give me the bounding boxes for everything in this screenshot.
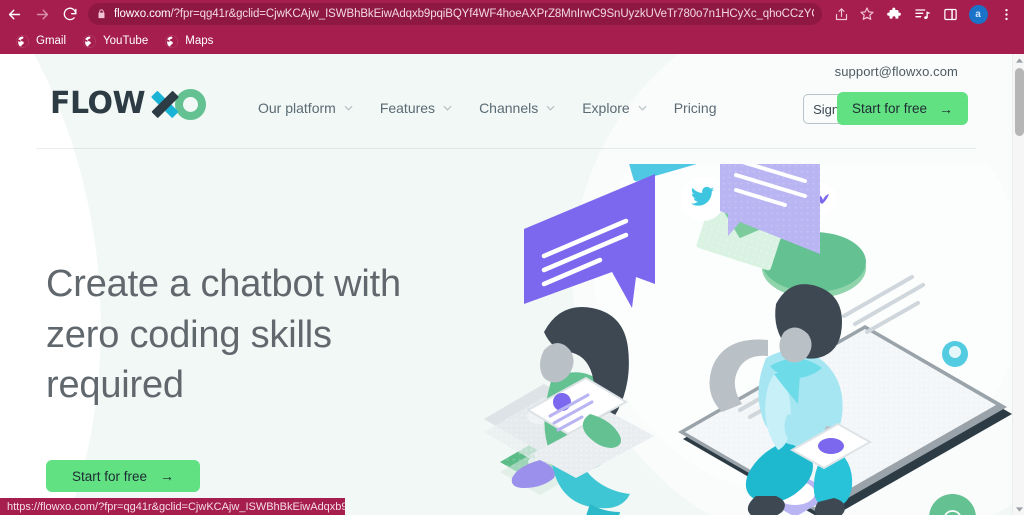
chevron-down-icon	[344, 105, 353, 111]
scrollbar-thumb[interactable]	[1014, 68, 1024, 136]
brand-logo[interactable]: FLOW	[50, 86, 207, 121]
nav-label: Explore	[582, 100, 630, 116]
puzzle-icon[interactable]	[880, 0, 908, 28]
main-navigation: Our platform Features Channels Explore P…	[258, 100, 716, 116]
bookmark-gmail[interactable]: Gmail	[8, 31, 73, 51]
globe-icon	[165, 34, 178, 48]
nav-item-channels[interactable]: Channels	[479, 100, 555, 116]
nav-item-explore[interactable]: Explore	[582, 100, 647, 116]
globe-icon	[16, 34, 29, 48]
forward-button[interactable]	[28, 0, 56, 28]
chatbot-people-isometric-illustration	[440, 164, 1012, 515]
scroll-down-icon[interactable]	[1013, 503, 1024, 515]
profile-avatar[interactable]: a	[964, 0, 992, 28]
page-viewport: support@flowxo.com FLOW Our platform Fea…	[0, 54, 1024, 515]
logo-x-icon	[150, 89, 180, 119]
nav-item-features[interactable]: Features	[380, 100, 452, 116]
header-divider	[36, 148, 976, 149]
start-for-free-hero-button[interactable]: Start for free →	[46, 460, 200, 492]
page-scrollbar[interactable]	[1012, 54, 1024, 515]
browser-toolbar: flowxo.com/?fpr=qg41r&gclid=CjwKCAjw_ISW…	[0, 0, 1024, 28]
nav-label: Channels	[479, 100, 539, 116]
bookmark-youtube[interactable]: YouTube	[75, 31, 155, 51]
nav-item-pricing[interactable]: Pricing	[674, 100, 717, 116]
back-button[interactable]	[0, 0, 28, 28]
hero-cta-label: Start for free	[71, 468, 148, 484]
star-icon[interactable]	[854, 1, 880, 27]
bookmark-label: Maps	[185, 35, 214, 47]
omnibox-actions	[828, 1, 880, 27]
start-for-free-label: Start for free	[851, 101, 927, 116]
nav-item-our-platform[interactable]: Our platform	[258, 100, 353, 116]
status-bar: https://flowxo.com/?fpr=qg41r&gclid=CjwK…	[0, 498, 345, 515]
address-bar-path: /?fpr=qg41r&gclid=CjwKCAjw_ISWBhBkEiwAdq…	[170, 8, 814, 20]
globe-icon	[83, 34, 96, 48]
nav-label: Pricing	[673, 100, 717, 116]
share-icon[interactable]	[828, 1, 854, 27]
site-header: support@flowxo.com FLOW Our platform Fea…	[0, 54, 1012, 149]
browser-chrome: flowxo.com/?fpr=qg41r&gclid=CjwKCAjw_ISW…	[0, 0, 1024, 54]
arrow-right-icon: →	[160, 468, 175, 484]
bookmark-label: Gmail	[36, 35, 67, 47]
bookmarks-bar: Gmail YouTube Maps	[0, 28, 1024, 54]
reload-button[interactable]	[56, 0, 84, 28]
chat-bubble-icon	[943, 509, 961, 515]
start-for-free-header-button[interactable]: Start for free →	[836, 92, 968, 125]
reading-list-icon[interactable]	[908, 0, 936, 28]
nav-label: Our platform	[258, 100, 336, 116]
lock-icon	[96, 8, 107, 20]
twitter-bird-badge	[681, 177, 725, 221]
arrow-right-icon: →	[939, 100, 953, 117]
address-bar-text: flowxo.com/?fpr=qg41r&gclid=CjwKCAjw_ISW…	[114, 8, 814, 20]
chevron-down-icon	[546, 105, 555, 111]
bookmark-label: YouTube	[103, 35, 149, 47]
browser-actions: a	[880, 0, 1024, 28]
hero-headline: Create a chatbot with zero coding skills…	[46, 263, 401, 407]
chevron-down-icon	[443, 105, 452, 111]
bookmark-maps[interactable]: Maps	[157, 31, 220, 51]
chevron-down-icon	[638, 105, 647, 111]
support-email[interactable]: support@flowxo.com	[835, 64, 958, 79]
address-bar-host: flowxo.com	[114, 8, 171, 20]
nav-label: Features	[379, 100, 436, 116]
scroll-up-icon[interactable]	[1013, 54, 1024, 66]
logo-wordmark: FLOW	[50, 86, 146, 121]
three-dot-menu-icon[interactable]	[992, 0, 1020, 28]
side-panel-icon[interactable]	[936, 0, 964, 28]
address-bar[interactable]: flowxo.com/?fpr=qg41r&gclid=CjwKCAjw_ISW…	[88, 3, 822, 25]
profile-initial: a	[968, 4, 988, 24]
